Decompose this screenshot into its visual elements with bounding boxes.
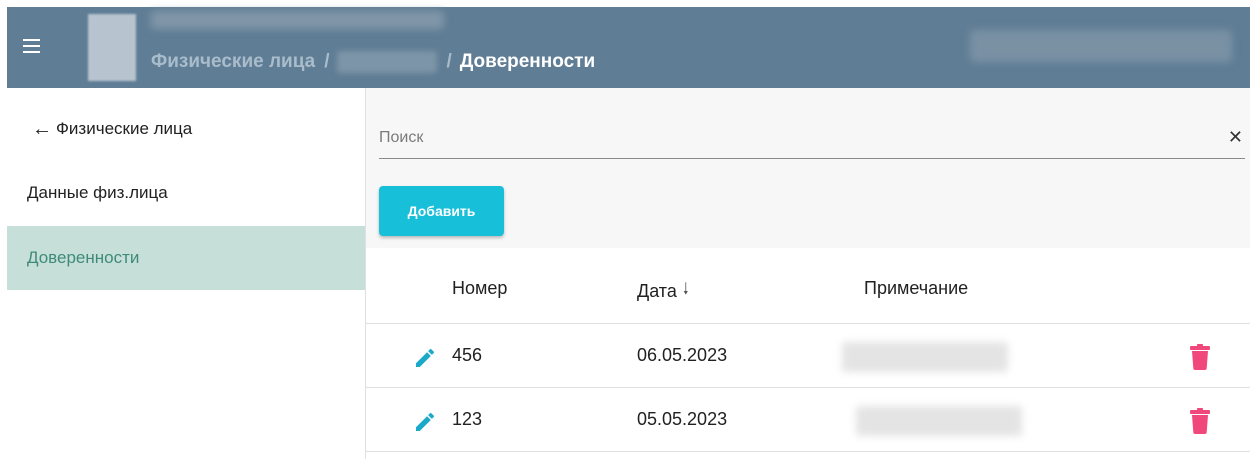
breadcrumb-separator: / bbox=[446, 51, 452, 72]
app-header: Физические лица / / Доверенности bbox=[7, 7, 1250, 88]
arrow-down-icon: 🠓 bbox=[682, 281, 689, 298]
breadcrumb-person-redacted[interactable] bbox=[337, 51, 438, 73]
search-field: ✕ bbox=[379, 118, 1245, 159]
search-input[interactable] bbox=[379, 126, 1209, 150]
breadcrumb-current: Доверенности bbox=[459, 51, 596, 72]
sidebar-item-label: Доверенности bbox=[27, 248, 140, 267]
organization-name-redacted bbox=[151, 11, 444, 29]
breadcrumb-separator: / bbox=[324, 51, 330, 72]
sidebar-back-label: Физические лица bbox=[56, 119, 193, 138]
main-content: ✕ Добавить Номер Дата 🠓 Примечание 456 0… bbox=[366, 88, 1250, 459]
user-info-redacted bbox=[970, 30, 1232, 62]
menu-icon[interactable] bbox=[19, 35, 45, 59]
arrow-left-icon: ← bbox=[32, 118, 52, 140]
sidebar-item-powers-of-attorney[interactable]: Доверенности bbox=[7, 226, 365, 290]
breadcrumb-root-link[interactable]: Физические лица bbox=[151, 51, 315, 73]
avatar bbox=[88, 14, 136, 81]
cell-date: 05.05.2023 bbox=[637, 409, 728, 429]
trash-icon[interactable] bbox=[1188, 344, 1212, 370]
cell-note-redacted bbox=[856, 406, 1022, 436]
pencil-icon[interactable] bbox=[413, 346, 437, 370]
close-icon[interactable]: ✕ bbox=[1228, 128, 1243, 146]
sidebar-item-label: Данные физ.лица bbox=[27, 183, 168, 202]
sidebar-back-link[interactable]: ← Физические лица bbox=[7, 97, 365, 161]
cell-note-redacted bbox=[842, 342, 1008, 372]
table-row[interactable]: 456 06.05.2023 bbox=[366, 324, 1250, 388]
sidebar-item-person-data[interactable]: Данные физ.лица bbox=[7, 161, 365, 225]
table-row[interactable]: 123 05.05.2023 bbox=[366, 388, 1250, 452]
sidebar: ← Физические лица Данные физ.лица Довере… bbox=[7, 88, 365, 459]
column-header-number[interactable]: Номер bbox=[452, 278, 507, 299]
trash-icon[interactable] bbox=[1188, 408, 1212, 434]
cell-number: 456 bbox=[452, 345, 483, 365]
pencil-icon[interactable] bbox=[413, 410, 437, 434]
add-button[interactable]: Добавить bbox=[379, 186, 504, 236]
cell-date: 06.05.2023 bbox=[637, 345, 728, 365]
breadcrumb: Физические лица / / Доверенности bbox=[151, 51, 595, 73]
column-header-date[interactable]: Дата 🠓 bbox=[637, 278, 689, 305]
column-header-note[interactable]: Примечание bbox=[864, 278, 968, 299]
cell-number: 123 bbox=[452, 409, 483, 429]
powers-of-attorney-table: Номер Дата 🠓 Примечание 456 06.05.2023 1… bbox=[366, 248, 1250, 459]
column-header-label: Дата bbox=[637, 281, 677, 301]
table-header: Номер Дата 🠓 Примечание bbox=[366, 248, 1250, 324]
